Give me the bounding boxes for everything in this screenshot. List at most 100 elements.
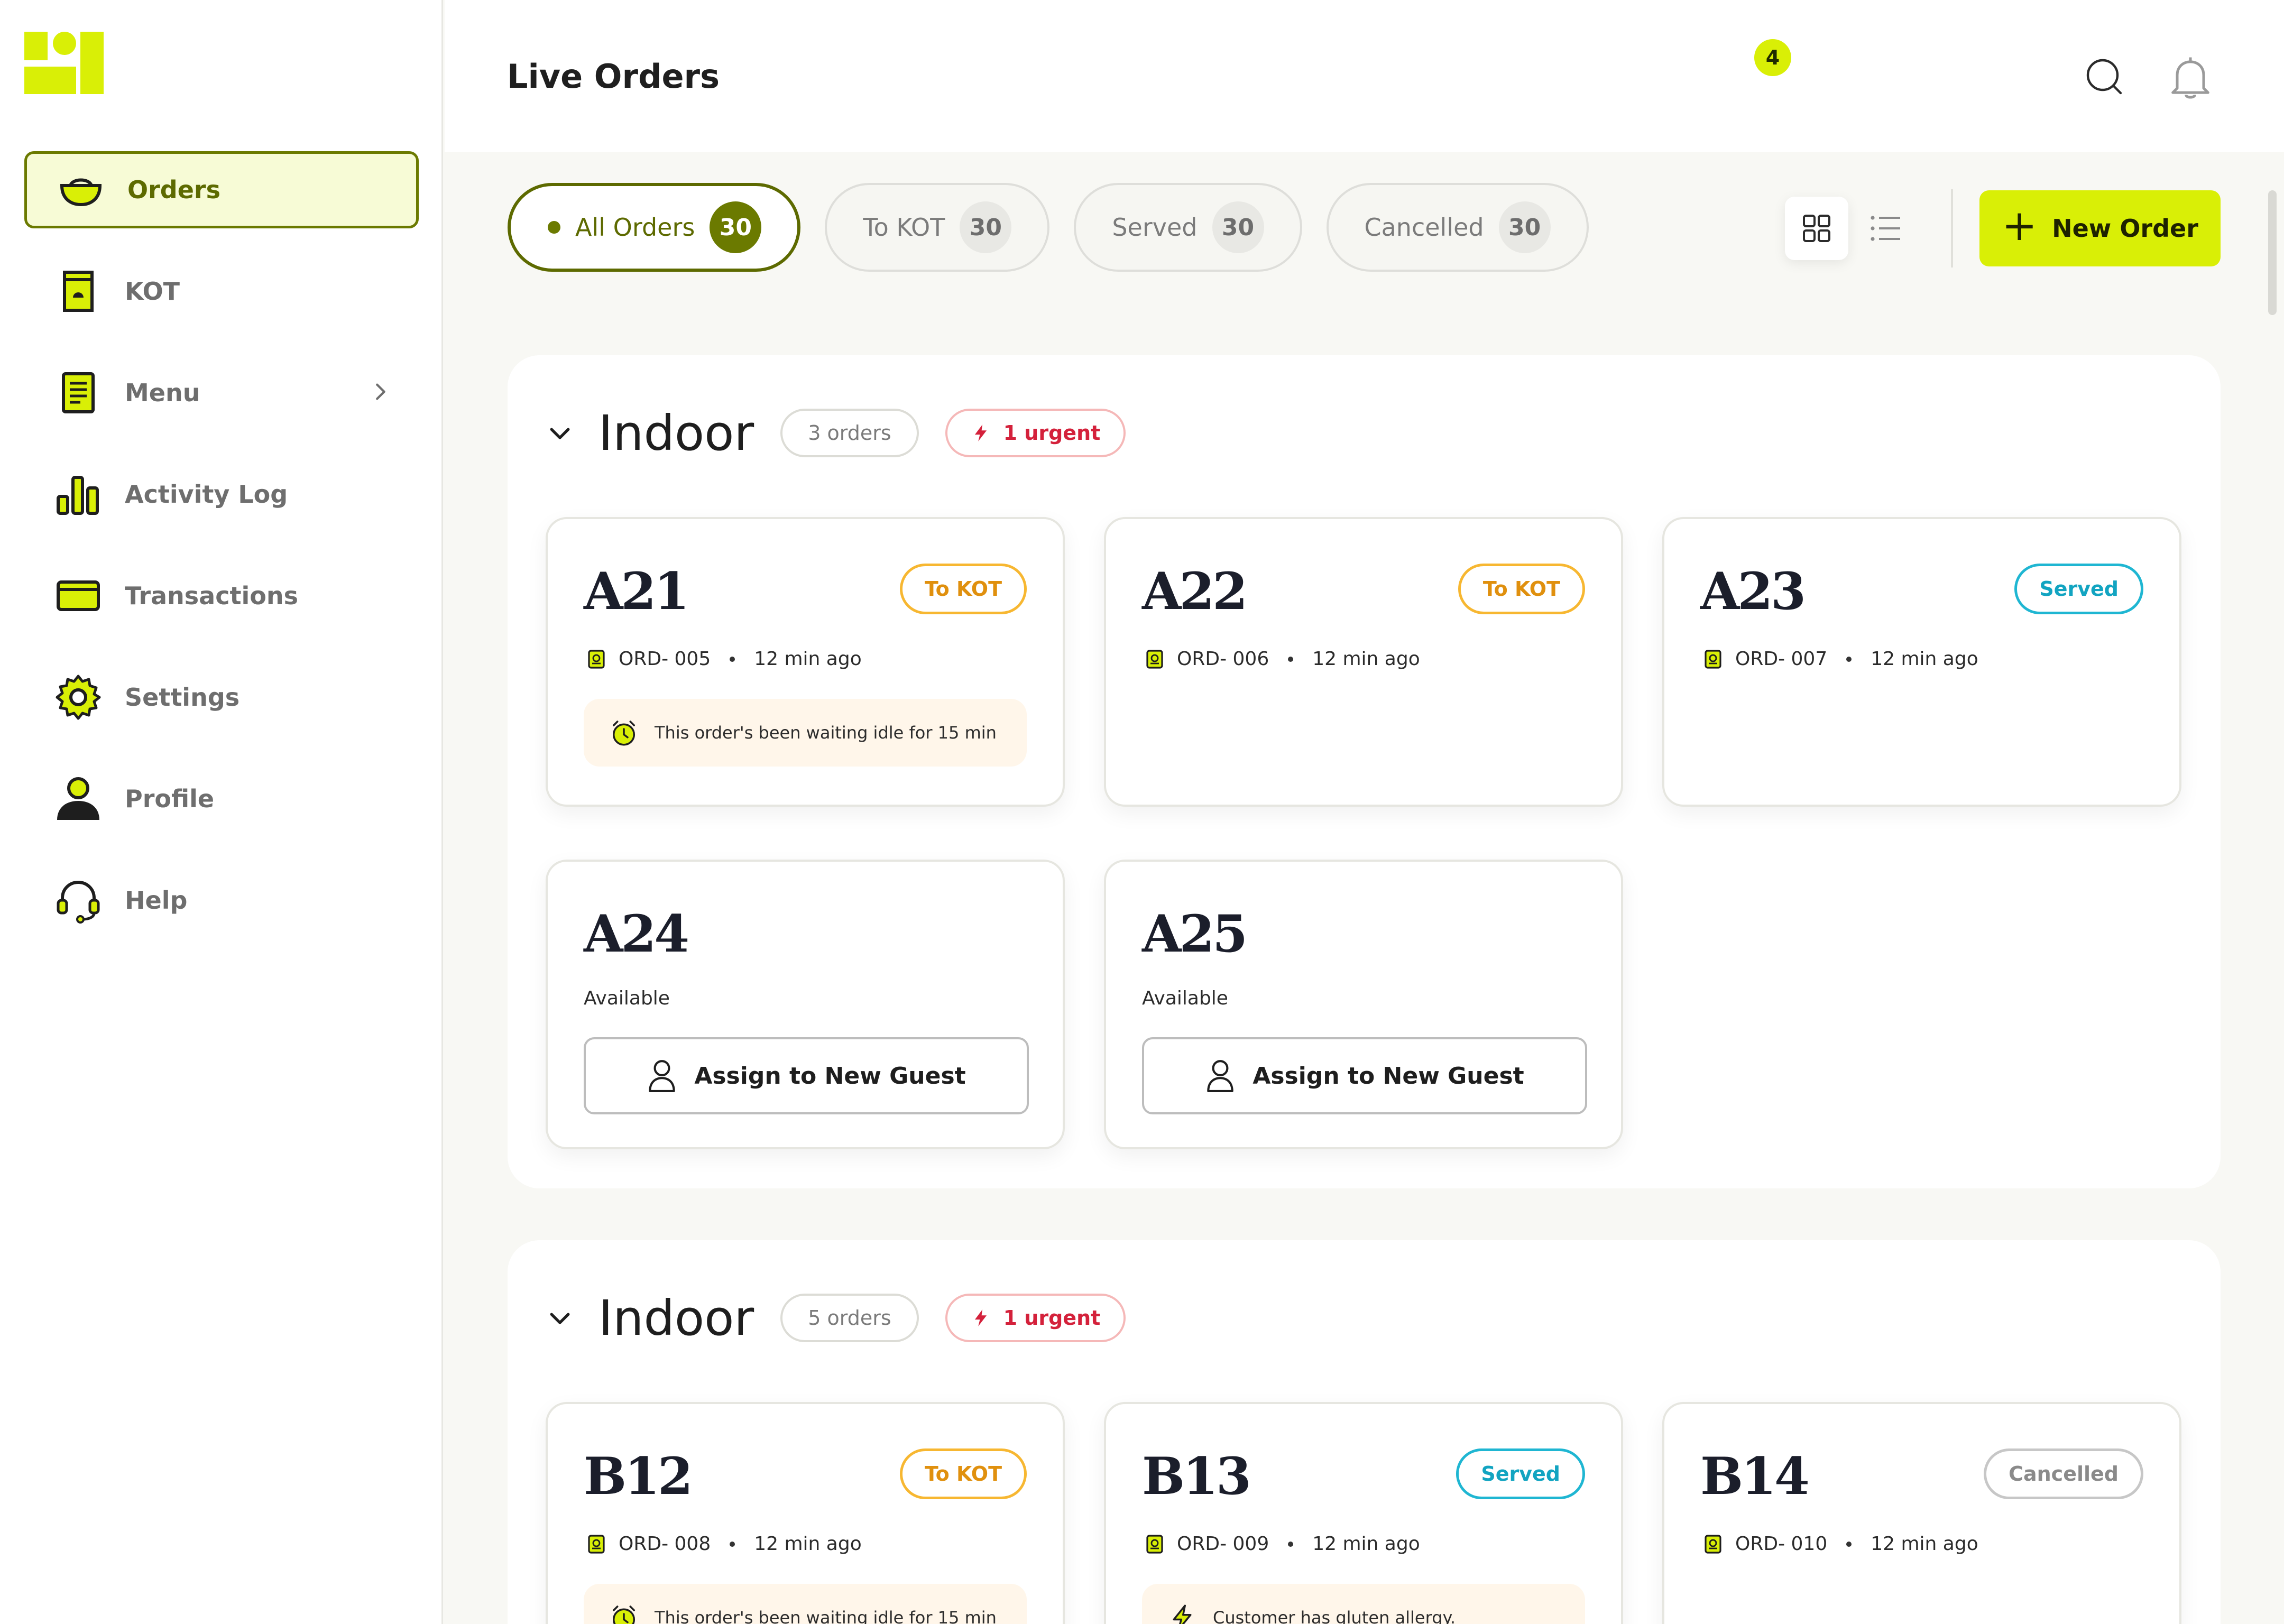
table-number: A25	[1142, 904, 1248, 964]
gear-icon	[53, 672, 104, 723]
section-title: Indoor	[598, 1289, 754, 1346]
grid-icon	[1803, 215, 1830, 242]
order-card[interactable]: A23 Served ORD- 007 12 min ago	[1662, 517, 2181, 807]
idle-warning: This order's been waiting idle for 15 mi…	[584, 699, 1027, 767]
order-card[interactable]: A21 To KOT ORD- 005 12 min ago This orde…	[546, 517, 1065, 807]
order-time: 12 min ago	[754, 648, 862, 670]
assign-guest-button[interactable]: Assign to New Guest	[1142, 1037, 1587, 1114]
order-id: ORD- 005	[619, 648, 711, 670]
sidebar-item-label: Transactions	[125, 582, 298, 610]
filter-served[interactable]: Served 30	[1074, 183, 1302, 272]
sidebar-item-menu[interactable]: Menu	[24, 354, 419, 431]
sidebar-item-label: Profile	[125, 785, 215, 813]
chevron-down-icon[interactable]	[546, 1304, 574, 1332]
order-id: ORD- 010	[1735, 1533, 1828, 1555]
filter-count: 30	[960, 201, 1012, 253]
filter-to-kot[interactable]: To KOT 30	[825, 183, 1050, 272]
table-number: B14	[1700, 1446, 1810, 1506]
grid-view-toggle[interactable]	[1785, 197, 1848, 260]
orders-count-pill: 3 orders	[780, 409, 919, 457]
filter-count: 30	[710, 201, 762, 253]
table-number: A24	[584, 904, 689, 964]
allergy-note: Customer has gluten allergy.	[1142, 1584, 1585, 1624]
status-badge: Served	[1456, 1448, 1585, 1499]
table-number: B12	[584, 1446, 693, 1506]
filter-all-orders[interactable]: All Orders 30	[508, 183, 801, 272]
sidebar-item-help[interactable]: Help	[24, 862, 419, 939]
user-outline-icon	[649, 1060, 676, 1092]
person-icon	[53, 773, 104, 824]
bell-icon[interactable]	[2164, 51, 2217, 104]
chevron-down-icon[interactable]	[546, 419, 574, 447]
urgent-label: 1 urgent	[1003, 1306, 1101, 1330]
order-card[interactable]: B12 To KOT ORD- 008 12 min ago This orde…	[546, 1402, 1065, 1624]
filter-count: 30	[1498, 201, 1551, 253]
filter-label: To KOT	[863, 213, 945, 242]
order-card[interactable]: B13 Served ORD- 009 12 min ago Customer …	[1104, 1402, 1623, 1624]
search-icon[interactable]	[2083, 55, 2125, 97]
filter-label: Served	[1112, 213, 1198, 242]
table-card-available: A24 Available Assign to New Guest	[546, 860, 1065, 1149]
meta-separator	[1846, 1541, 1852, 1547]
meta-separator	[1846, 656, 1852, 662]
sidebar-item-orders[interactable]: Orders	[24, 151, 419, 228]
indoor-section: Indoor 3 orders 1 urgent A21 To KOT ORD-…	[508, 355, 2221, 1188]
sidebar-item-label: Orders	[127, 176, 220, 204]
filter-cancelled[interactable]: Cancelled 30	[1326, 183, 1589, 272]
order-card[interactable]: A22 To KOT ORD- 006 12 min ago	[1104, 517, 1623, 807]
idle-warning: This order's been waiting idle for 15 mi…	[584, 1584, 1027, 1624]
sidebar: Orders KOT Menu Activity Log Transaction…	[0, 0, 443, 1624]
status-badge: Served	[2014, 564, 2143, 614]
status-badge: To KOT	[899, 564, 1027, 614]
order-meta: ORD- 007 12 min ago	[1702, 648, 1978, 670]
new-order-button[interactable]: + New Order	[1979, 190, 2221, 266]
sidebar-item-label: Activity Log	[125, 480, 288, 509]
sidebar-item-label: KOT	[125, 277, 180, 306]
lightning-icon	[1173, 1604, 1192, 1624]
receipt-icon	[588, 649, 605, 669]
scrollbar[interactable]	[2268, 190, 2277, 315]
order-time: 12 min ago	[1871, 1533, 1978, 1555]
brand-logo[interactable]	[24, 32, 104, 94]
order-meta: ORD- 009 12 min ago	[1144, 1533, 1420, 1555]
order-time: 12 min ago	[754, 1533, 862, 1555]
section-header: Indoor 3 orders 1 urgent	[546, 404, 1126, 462]
table-number: B13	[1142, 1446, 1251, 1506]
sidebar-item-transactions[interactable]: Transactions	[24, 557, 419, 634]
order-time: 12 min ago	[1312, 1533, 1420, 1555]
meta-separator	[1288, 1541, 1294, 1547]
meta-separator	[730, 656, 735, 662]
filter-count: 30	[1212, 201, 1264, 253]
lightning-icon	[974, 425, 987, 441]
receipt-icon	[1705, 1534, 1721, 1554]
table-card-available: A25 Available Assign to New Guest	[1104, 860, 1623, 1149]
order-time: 12 min ago	[1312, 648, 1420, 670]
active-dot	[548, 221, 560, 234]
sidebar-item-settings[interactable]: Settings	[24, 659, 419, 736]
note-text: This order's been waiting idle for 15 mi…	[655, 1608, 997, 1624]
receipt-icon	[1146, 1534, 1163, 1554]
order-meta: ORD- 010 12 min ago	[1702, 1533, 1978, 1555]
sidebar-item-label: Help	[125, 886, 188, 915]
order-time: 12 min ago	[1871, 648, 1978, 670]
note-text: This order's been waiting idle for 15 mi…	[655, 723, 997, 743]
list-icon[interactable]	[1866, 209, 1904, 247]
sidebar-item-profile[interactable]: Profile	[24, 760, 419, 837]
menu-list-icon	[53, 367, 104, 418]
section-header: Indoor 5 orders 1 urgent	[546, 1289, 1126, 1347]
receipt-icon	[1705, 649, 1721, 669]
order-id: ORD- 007	[1735, 648, 1828, 670]
sidebar-item-kot[interactable]: KOT	[24, 253, 419, 330]
notification-badge: 4	[1754, 39, 1791, 76]
table-number: A23	[1700, 561, 1806, 621]
filter-label: All Orders	[575, 213, 695, 242]
headset-icon	[53, 875, 104, 926]
sidebar-item-activity-log[interactable]: Activity Log	[24, 456, 419, 533]
order-card[interactable]: B14 Cancelled ORD- 010 12 min ago	[1662, 1402, 2181, 1624]
assign-guest-button[interactable]: Assign to New Guest	[584, 1037, 1029, 1114]
availability-label: Available	[1142, 988, 1228, 1009]
new-order-label: New Order	[2052, 214, 2198, 243]
filter-tabs: All Orders 30 To KOT 30 Served 30 Cancel…	[508, 183, 1589, 273]
receipt-icon	[588, 1534, 605, 1554]
order-meta: ORD- 008 12 min ago	[586, 1533, 862, 1555]
